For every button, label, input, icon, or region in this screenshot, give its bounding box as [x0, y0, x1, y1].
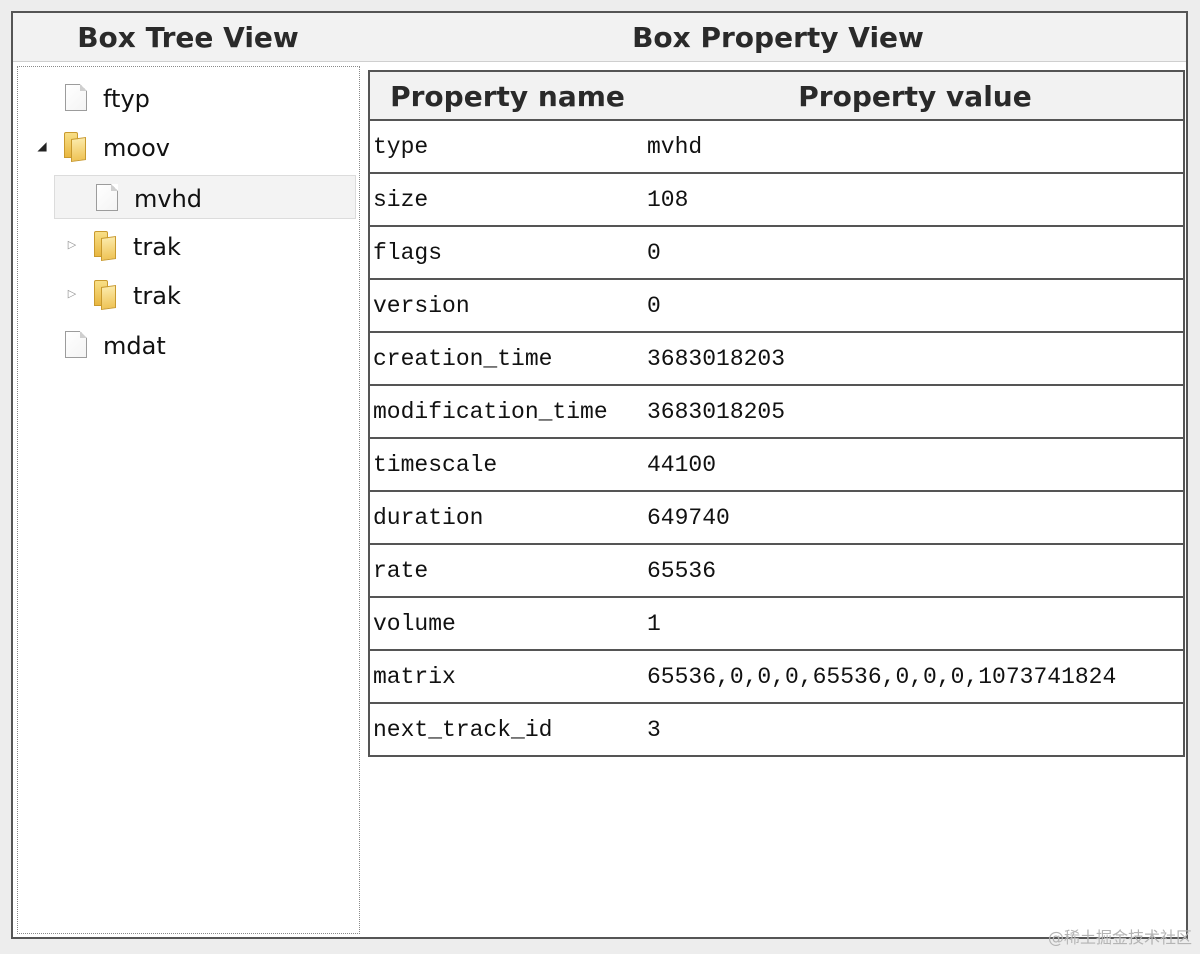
- property-name-cell: timescale: [373, 452, 498, 478]
- header-bar: Box Tree View Box Property View: [13, 13, 1186, 62]
- tree-item-mdat[interactable]: mdat: [18, 323, 358, 367]
- property-name-cell: type: [373, 134, 429, 160]
- file-icon: [65, 84, 87, 111]
- property-name-cell: version: [373, 293, 470, 319]
- tree-item-label: mvhd: [134, 185, 203, 213]
- property-value-cell: 44100: [647, 452, 717, 478]
- tree-view-title: Box Tree View: [77, 21, 299, 54]
- property-value-cell: 1: [647, 611, 661, 637]
- tree-item-label: moov: [103, 134, 170, 162]
- property-name-cell: flags: [373, 240, 443, 266]
- tree-item-label: trak: [133, 233, 181, 261]
- expand-triangle-icon[interactable]: ◢: [36, 139, 48, 153]
- table-row[interactable]: next_track_id 3: [370, 704, 1183, 757]
- property-value-cell: 0: [647, 293, 661, 319]
- tree-item-mvhd[interactable]: mvhd: [54, 175, 356, 219]
- property-value-cell: 65536,0,0,0,65536,0,0,0,1073741824: [647, 664, 1117, 690]
- tree-item-trak[interactable]: ▷ trak: [18, 224, 358, 268]
- property-name-cell: next_track_id: [373, 717, 553, 743]
- property-name-cell: creation_time: [373, 346, 553, 372]
- table-row[interactable]: version 0: [370, 280, 1183, 333]
- file-icon: [65, 331, 87, 358]
- property-value-cell: 0: [647, 240, 661, 266]
- property-value-cell: 649740: [647, 505, 730, 531]
- box-tree-panel[interactable]: ftyp ◢ moov mvhd ▷ trak ▷ trak mdat: [17, 66, 360, 934]
- property-name-cell: modification_time: [373, 399, 608, 425]
- property-value-cell: 108: [647, 187, 689, 213]
- property-name-cell: size: [373, 187, 429, 213]
- table-row[interactable]: size 108: [370, 174, 1183, 227]
- tree-item-ftyp[interactable]: ftyp: [18, 76, 358, 120]
- table-row[interactable]: volume 1: [370, 598, 1183, 651]
- tree-item-label: mdat: [103, 332, 166, 360]
- tree-item-label: trak: [133, 282, 181, 310]
- property-value-cell: 3683018203: [647, 346, 786, 372]
- tree-item-label: ftyp: [103, 85, 150, 113]
- property-value-cell: 3: [647, 717, 661, 743]
- watermark: @稀土掘金技术社区: [1047, 928, 1192, 947]
- folder-icon: [92, 231, 118, 262]
- column-header-property-value[interactable]: Property value: [645, 72, 1185, 119]
- property-name-cell: matrix: [373, 664, 456, 690]
- table-row[interactable]: duration 649740: [370, 492, 1183, 545]
- collapse-triangle-icon[interactable]: ▷: [66, 287, 78, 301]
- app-window: Box Tree View Box Property View ftyp ◢ moo…: [11, 11, 1188, 939]
- tree-item-trak[interactable]: ▷ trak: [18, 273, 358, 317]
- table-row[interactable]: modification_time 3683018205: [370, 386, 1183, 439]
- file-icon: [96, 184, 118, 211]
- property-name-cell: duration: [373, 505, 484, 531]
- property-table: Property name Property value type mvhd siz…: [368, 70, 1185, 757]
- property-value-cell: 3683018205: [647, 399, 786, 425]
- table-row[interactable]: rate 65536: [370, 545, 1183, 598]
- tree-item-moov[interactable]: ◢ moov: [18, 125, 358, 169]
- property-value-cell: mvhd: [647, 134, 703, 160]
- table-row[interactable]: matrix 65536,0,0,0,65536,0,0,0,1073741824: [370, 651, 1183, 704]
- folder-icon: [92, 280, 118, 311]
- collapse-triangle-icon[interactable]: ▷: [66, 238, 78, 252]
- folder-icon: [62, 132, 88, 163]
- property-name-cell: volume: [373, 611, 456, 637]
- table-row[interactable]: creation_time 3683018203: [370, 333, 1183, 386]
- column-header-property-name[interactable]: Property name: [370, 72, 645, 119]
- property-value-cell: 65536: [647, 558, 717, 584]
- table-header-row: Property name Property value: [370, 72, 1183, 121]
- property-view-title: Box Property View: [632, 21, 924, 54]
- table-row[interactable]: flags 0: [370, 227, 1183, 280]
- table-row[interactable]: type mvhd: [370, 121, 1183, 174]
- property-name-cell: rate: [373, 558, 429, 584]
- table-row[interactable]: timescale 44100: [370, 439, 1183, 492]
